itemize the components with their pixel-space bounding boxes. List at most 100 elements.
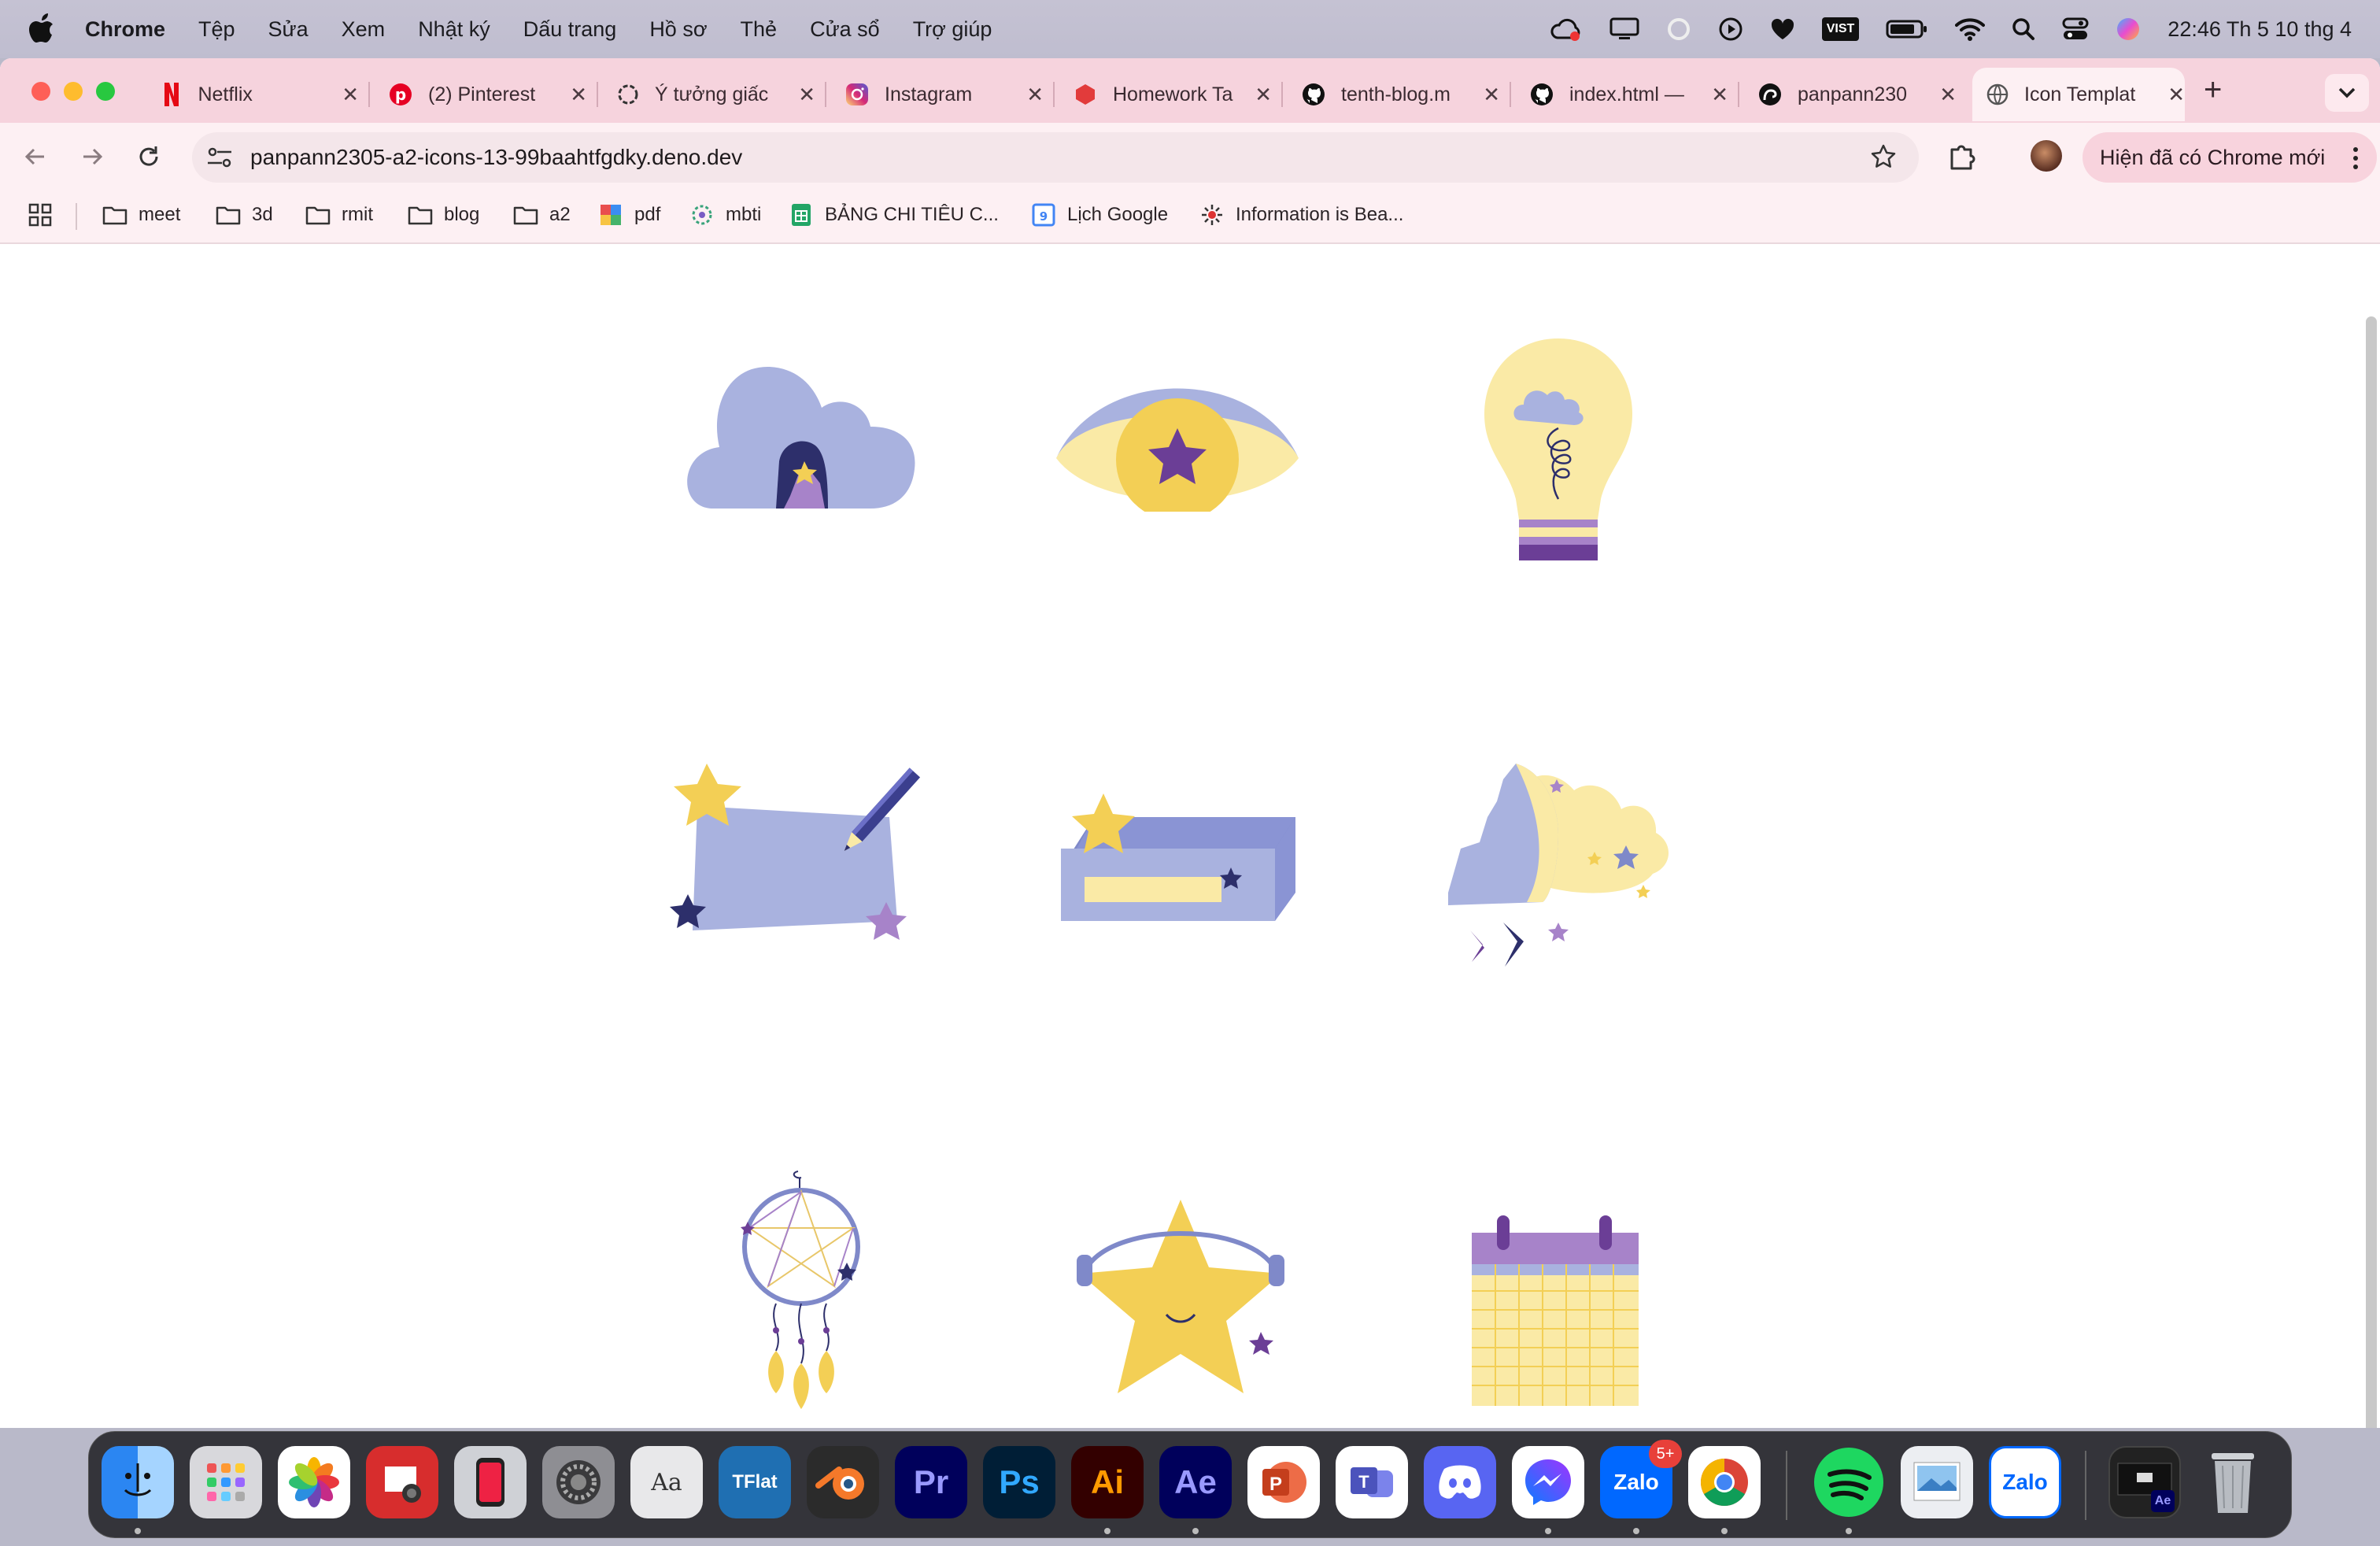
tab-deno[interactable]: panpann230 ✕	[1744, 68, 1957, 121]
bookmark-3d[interactable]: 3d	[216, 203, 273, 227]
tab-title: Icon Templat	[2024, 83, 2136, 105]
menu-history[interactable]: Nhật ký	[418, 17, 490, 42]
messenger-icon[interactable]	[1512, 1446, 1584, 1518]
profile-avatar[interactable]	[2031, 140, 2062, 172]
bookmark-pdf[interactable]: pdf	[598, 203, 660, 227]
menu-help[interactable]: Trợ giúp	[913, 17, 992, 42]
spotlight-search-icon[interactable]	[2012, 17, 2035, 41]
close-tab-icon[interactable]: ✕	[1483, 83, 1500, 107]
tab-icon-template[interactable]: Icon Templat ✕	[1972, 68, 2185, 121]
close-tab-icon[interactable]: ✕	[798, 83, 815, 107]
tab-github-index[interactable]: index.html — ✕	[1516, 68, 1728, 121]
bookmark-meet[interactable]: meet	[102, 203, 180, 227]
back-button[interactable]	[19, 140, 52, 173]
close-window-button[interactable]	[31, 82, 50, 101]
tab-netflix[interactable]: Netflix ✕	[146, 68, 359, 121]
tab-instagram[interactable]: Instagram ✕	[831, 68, 1044, 121]
page-scrollbar[interactable]	[2366, 316, 2377, 1428]
spotify-icon[interactable]	[1813, 1446, 1885, 1518]
tab-search-button[interactable]	[2325, 74, 2369, 112]
close-tab-icon[interactable]: ✕	[342, 83, 359, 107]
menu-view[interactable]: Xem	[342, 17, 386, 42]
tab-homework[interactable]: Homework Ta ✕	[1059, 68, 1272, 121]
close-tab-icon[interactable]: ✕	[2168, 83, 2185, 107]
running-indicator	[1846, 1528, 1852, 1534]
premiere-pro-icon[interactable]: Pr	[895, 1446, 967, 1518]
site-info-icon[interactable]	[206, 146, 233, 169]
bookmark-star-icon[interactable]	[1870, 143, 1897, 170]
close-tab-icon[interactable]: ✕	[1711, 83, 1728, 107]
siri-icon[interactable]	[2116, 17, 2141, 42]
bookmark-expense-sheet[interactable]: BẢNG CHI TIÊU C...	[789, 203, 999, 227]
iphone-mirroring-icon[interactable]	[454, 1446, 527, 1518]
control-center-icon[interactable]	[2062, 17, 2089, 41]
reload-button[interactable]	[132, 140, 165, 173]
trash-icon[interactable]	[2197, 1446, 2269, 1518]
preview-icon[interactable]	[1901, 1446, 1973, 1518]
zalo-secondary-icon[interactable]: Zalo	[1989, 1446, 2061, 1518]
vist-badge[interactable]: VIST	[1821, 17, 1860, 41]
menu-bookmarks[interactable]: Dấu trang	[523, 17, 617, 42]
close-tab-icon[interactable]: ✕	[1939, 83, 1957, 107]
apple-menu-icon[interactable]	[28, 13, 55, 45]
close-tab-icon[interactable]: ✕	[570, 83, 587, 107]
address-bar[interactable]: panpann2305-a2-icons-13-99baahtfgdky.den…	[192, 132, 1919, 183]
menu-file[interactable]: Tệp	[198, 17, 235, 42]
menu-profiles[interactable]: Hồ sơ	[649, 17, 707, 42]
illustrator-icon[interactable]: Ai	[1071, 1446, 1144, 1518]
illustrator-label: Ai	[1091, 1463, 1124, 1500]
menu-app-name[interactable]: Chrome	[85, 17, 165, 42]
discord-icon[interactable]	[1424, 1446, 1496, 1518]
photo-booth-icon[interactable]	[366, 1446, 438, 1518]
tab-chatgpt[interactable]: Ý tưởng giấc ✕	[603, 68, 815, 121]
close-tab-icon[interactable]: ✕	[1026, 83, 1044, 107]
font-book-icon[interactable]: Aa	[630, 1446, 703, 1518]
apps-grid-icon	[28, 203, 52, 227]
new-tab-button[interactable]: +	[2204, 72, 2222, 108]
bookmark-information-is-beautiful[interactable]: Information is Bea...	[1199, 203, 1403, 227]
bookmark-label: BẢNG CHI TIÊU C...	[825, 204, 999, 225]
heart-icon[interactable]	[1770, 17, 1795, 41]
wifi-icon[interactable]	[1955, 17, 1986, 41]
bookmark-google-calendar[interactable]: 9 Lịch Google	[1031, 203, 1168, 227]
bookmark-a2[interactable]: a2	[513, 203, 571, 227]
apps-grid-button[interactable]	[28, 203, 52, 227]
window-controls	[31, 82, 115, 101]
play-icon[interactable]	[1718, 17, 1743, 42]
menu-tab[interactable]: Thẻ	[741, 17, 778, 42]
tab-github-blog[interactable]: tenth-blog.m ✕	[1288, 68, 1500, 121]
blender-icon[interactable]	[807, 1446, 879, 1518]
minimize-window-button[interactable]	[64, 82, 83, 101]
bookmark-blog[interactable]: blog	[408, 203, 479, 227]
battery-icon[interactable]	[1886, 18, 1928, 40]
photos-icon[interactable]	[278, 1446, 350, 1518]
powerpoint-icon[interactable]: P	[1247, 1446, 1320, 1518]
notepad-pencil-icon	[670, 764, 921, 940]
photoshop-icon[interactable]: Ps	[983, 1446, 1055, 1518]
more-menu-icon[interactable]	[2352, 146, 2360, 170]
teams-icon[interactable]: T	[1336, 1446, 1408, 1518]
menubar-clock[interactable]: 22:46 Th 5 10 thg 4	[2168, 17, 2352, 42]
launchpad-icon[interactable]	[190, 1446, 262, 1518]
bookmark-rmit[interactable]: rmit	[305, 203, 373, 227]
finder-icon[interactable]	[102, 1446, 174, 1518]
circle-status-icon[interactable]	[1666, 17, 1691, 42]
menu-window[interactable]: Cửa sổ	[810, 17, 880, 42]
chrome-update-button[interactable]: Hiện đã có Chrome mới	[2082, 132, 2378, 183]
after-effects-icon[interactable]: Ae	[1159, 1446, 1232, 1518]
zoom-window-button[interactable]	[96, 82, 115, 101]
bookmark-mbti[interactable]: mbti	[689, 203, 761, 227]
close-tab-icon[interactable]: ✕	[1255, 83, 1272, 107]
forward-button[interactable]	[76, 140, 109, 173]
system-settings-icon[interactable]	[542, 1446, 615, 1518]
tab-pinterest[interactable]: p (2) Pinterest ✕	[375, 68, 587, 121]
github-icon	[1530, 83, 1554, 106]
tflat-dictionary-icon[interactable]: TFlat	[719, 1446, 791, 1518]
url-text[interactable]: panpann2305-a2-icons-13-99baahtfgdky.den…	[250, 145, 742, 170]
chrome-icon[interactable]	[1688, 1446, 1761, 1518]
minimized-window-thumbnail[interactable]: Ae	[2108, 1446, 2181, 1518]
creative-cloud-icon[interactable]	[1550, 16, 1583, 43]
display-icon[interactable]	[1609, 17, 1639, 41]
extensions-puzzle-icon[interactable]	[1946, 140, 1977, 172]
menu-edit[interactable]: Sửa	[268, 17, 309, 42]
